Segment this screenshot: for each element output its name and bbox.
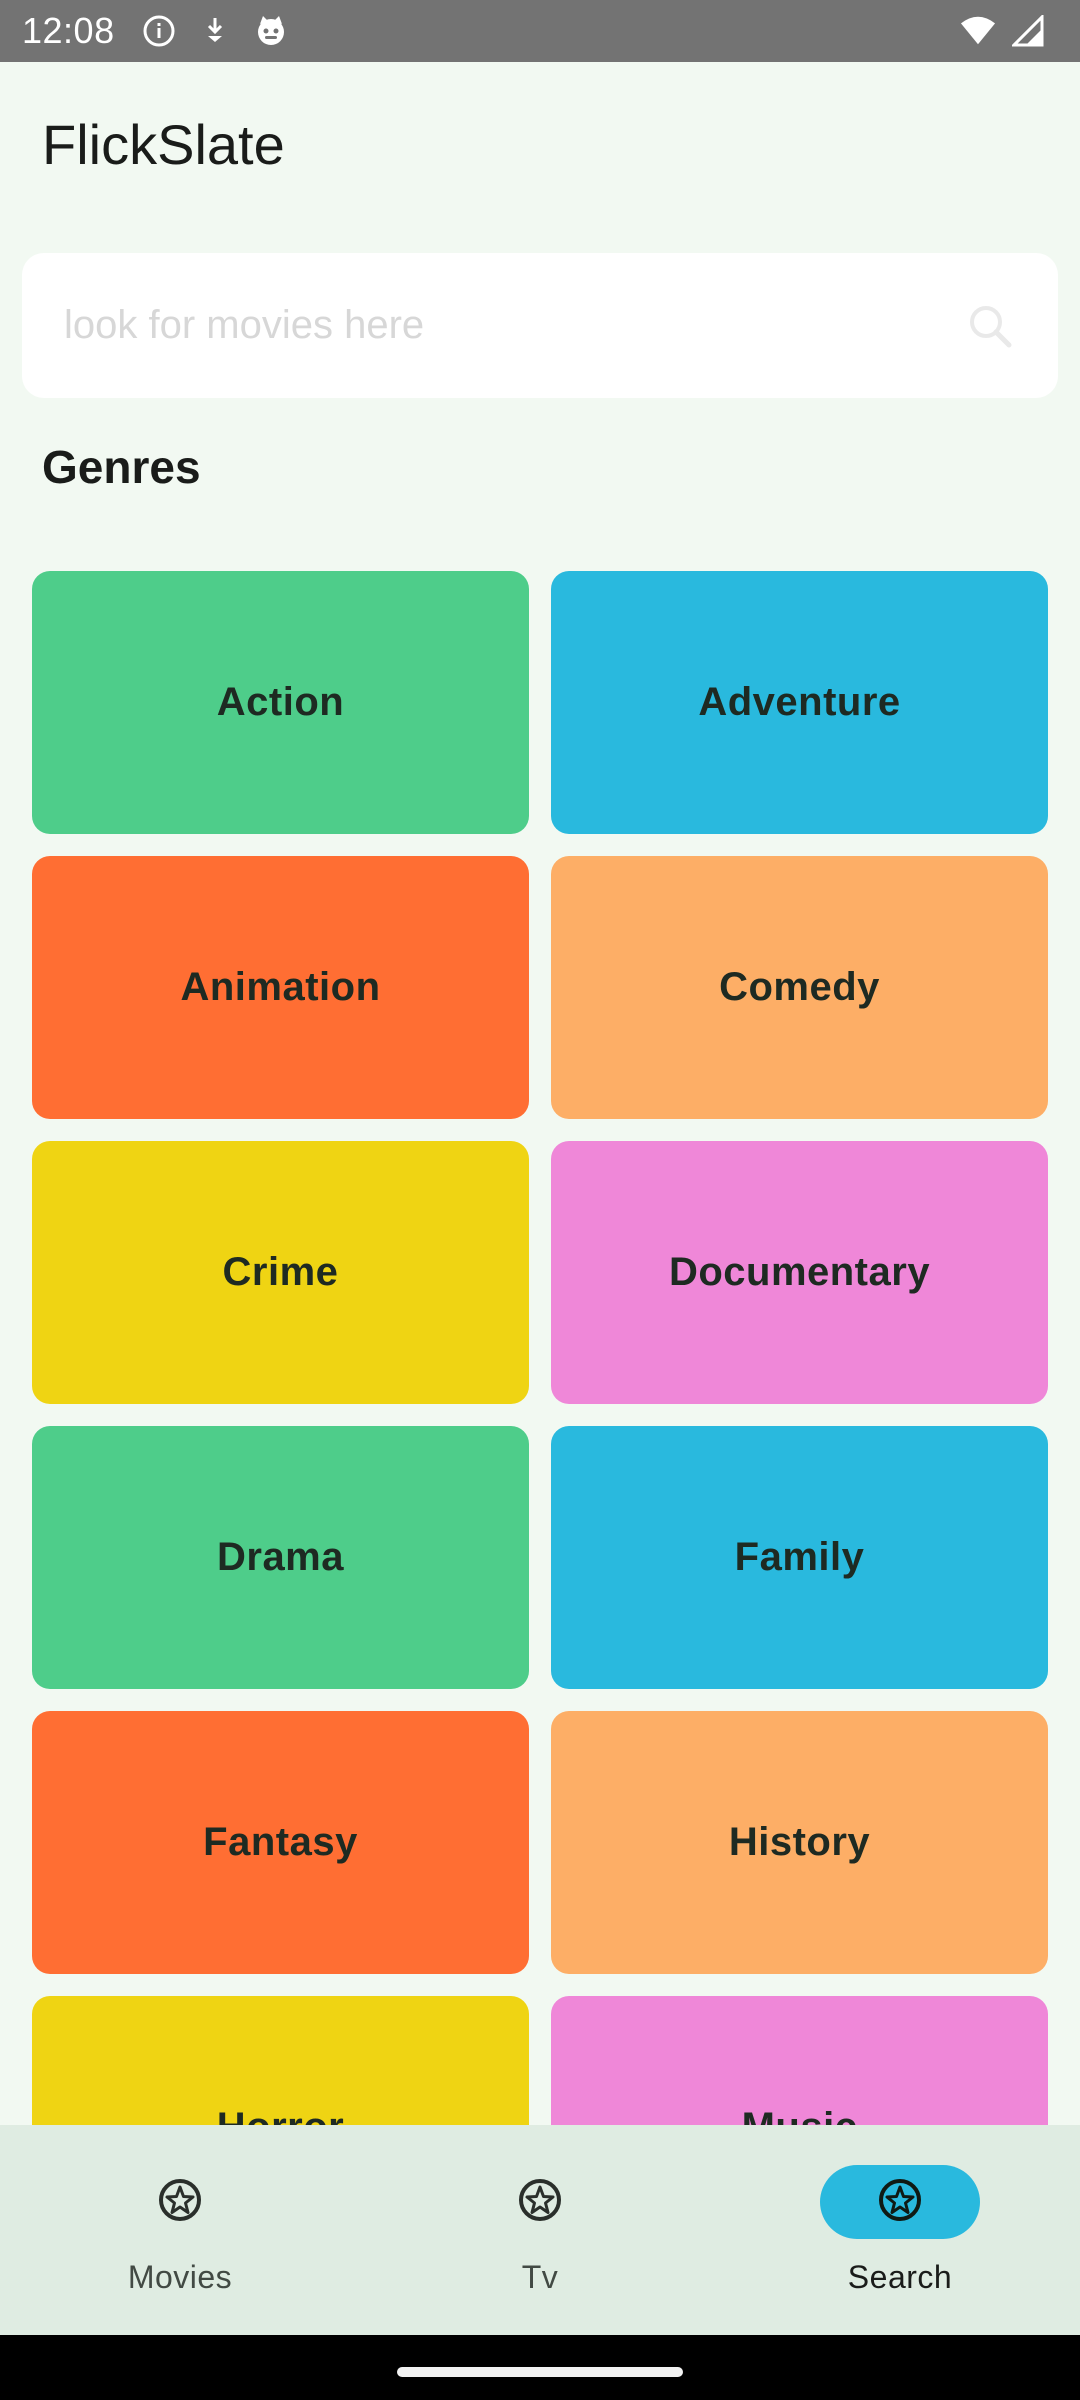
genre-card-comedy[interactable]: Comedy (551, 856, 1048, 1119)
genre-label: Action (216, 680, 345, 724)
nav-label-movies: Movies (127, 2259, 233, 2295)
genre-label: Crime (222, 1250, 339, 1294)
genre-label: Music (742, 2105, 858, 2125)
genre-label: Adventure (698, 680, 901, 724)
nav-label-search: Search (847, 2259, 953, 2295)
download-icon (197, 13, 233, 49)
genre-label: Fantasy (203, 1820, 358, 1864)
status-time: 12:08 (22, 10, 115, 51)
genre-label: Animation (180, 965, 381, 1009)
genre-card-history[interactable]: History (551, 1711, 1048, 1974)
genre-label: Comedy (719, 965, 880, 1009)
nav-item-movies[interactable]: Movies (0, 2125, 360, 2335)
genre-label: History (728, 1820, 871, 1864)
genre-card-fantasy[interactable]: Fantasy (32, 1711, 529, 1974)
nav-pill-active (820, 2165, 980, 2239)
genre-label: Family (734, 1535, 865, 1579)
genre-label: Drama (216, 1535, 344, 1579)
genre-card-documentary[interactable]: Documentary (551, 1141, 1048, 1404)
app-title: FlickSlate (42, 113, 285, 176)
status-icons-left (141, 13, 289, 49)
genre-grid: Action Adventure Animation Comedy Crime … (32, 571, 1048, 2125)
genre-card-adventure[interactable]: Adventure (551, 571, 1048, 834)
genre-card-animation[interactable]: Animation (32, 856, 529, 1119)
nav-label-tv: Tv (521, 2259, 559, 2295)
search-input[interactable] (64, 303, 964, 348)
star-circle-icon (157, 2177, 203, 2228)
info-icon (141, 13, 177, 49)
bottom-nav: Movies Tv Search (0, 2125, 1080, 2335)
wifi-icon (960, 13, 996, 49)
screen: 12:08 FlickSlate G (0, 0, 1080, 2400)
gesture-bar (0, 2335, 1080, 2400)
genre-card-drama[interactable]: Drama (32, 1426, 529, 1689)
cat-face-icon (253, 13, 289, 49)
genre-card-action[interactable]: Action (32, 571, 529, 834)
search-icon[interactable] (964, 300, 1016, 352)
signal-icon (1010, 13, 1046, 49)
genres-heading: Genres (42, 441, 201, 493)
nav-item-tv[interactable]: Tv (360, 2125, 720, 2335)
genre-card-horror[interactable]: Horror (32, 1996, 529, 2125)
genre-card-family[interactable]: Family (551, 1426, 1048, 1689)
status-icons-right (960, 13, 1046, 49)
star-circle-icon (877, 2177, 923, 2228)
genre-label: Horror (217, 2105, 344, 2125)
status-bar: 12:08 (0, 0, 1080, 62)
nav-pill (460, 2165, 620, 2239)
nav-item-search[interactable]: Search (720, 2125, 1080, 2335)
nav-pill (100, 2165, 260, 2239)
star-circle-icon (517, 2177, 563, 2228)
search-bar[interactable] (22, 253, 1058, 398)
genre-card-music[interactable]: Music (551, 1996, 1048, 2125)
gesture-handle[interactable] (397, 2367, 683, 2377)
genre-label: Documentary (668, 1250, 931, 1294)
genre-grid-viewport[interactable]: Action Adventure Animation Comedy Crime … (0, 540, 1080, 2125)
genre-card-crime[interactable]: Crime (32, 1141, 529, 1404)
